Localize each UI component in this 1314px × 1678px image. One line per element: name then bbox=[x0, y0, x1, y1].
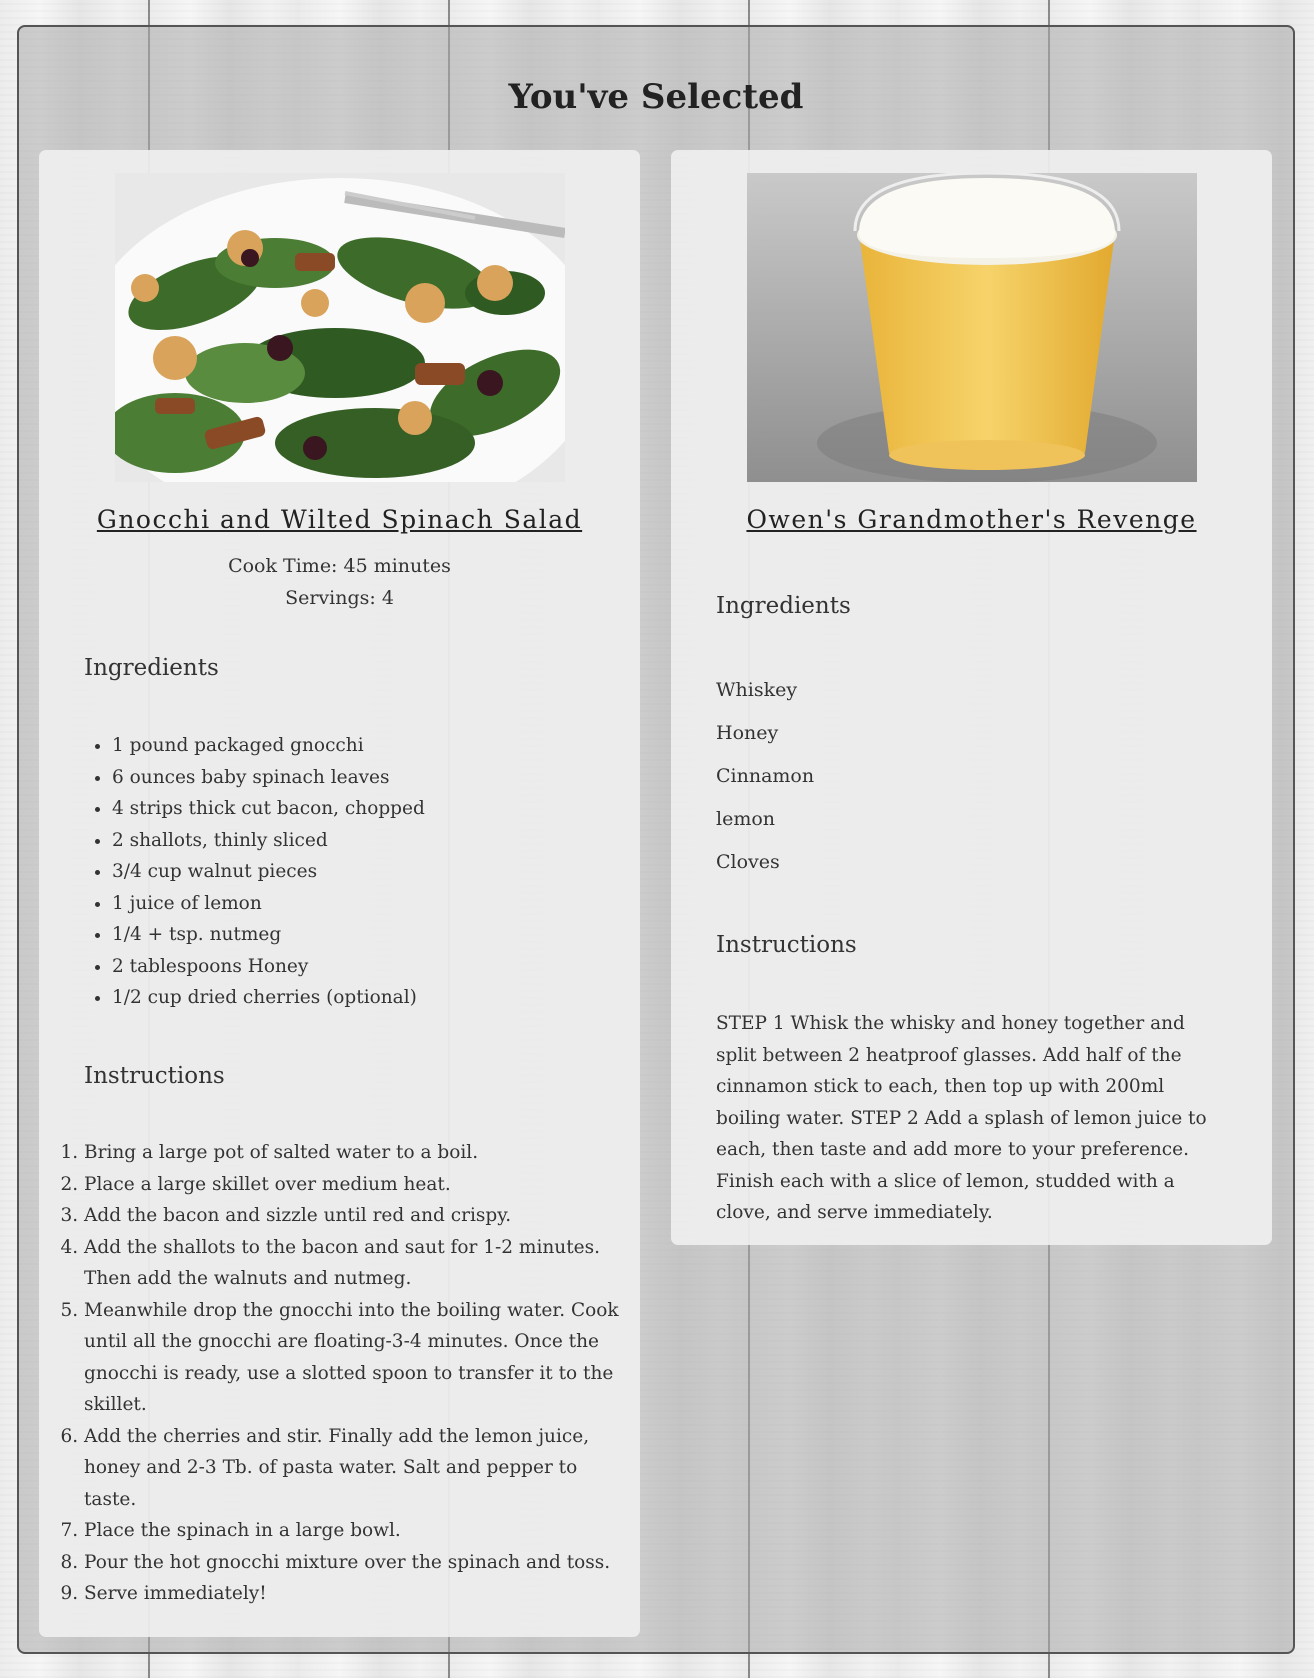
list-item: 1/4 + tsp. nutmeg bbox=[112, 919, 632, 951]
ingredients-list: 1 pound packaged gnocchi 6 ounces baby s… bbox=[84, 730, 632, 1014]
recipe-card-food: Gnocchi and Wilted Spinach Salad Cook Ti… bbox=[39, 150, 640, 1637]
list-item: lemon bbox=[716, 808, 776, 830]
list-item: Place a large skillet over medium heat. bbox=[84, 1169, 624, 1201]
list-item: Meanwhile drop the gnocchi into the boil… bbox=[84, 1295, 624, 1421]
list-item: 1 pound packaged gnocchi bbox=[112, 730, 632, 762]
list-item: 2 shallots, thinly sliced bbox=[112, 825, 632, 857]
list-item: Honey bbox=[716, 722, 779, 744]
list-item: 2 tablespoons Honey bbox=[112, 951, 632, 983]
list-item: Add the shallots to the bacon and saut f… bbox=[84, 1232, 624, 1295]
list-item: 1 juice of lemon bbox=[112, 888, 632, 920]
ingredients-list: Whiskey Honey Cinnamon lemon Cloves bbox=[716, 679, 814, 894]
salad-image bbox=[115, 173, 565, 482]
selection-panel: You've Selected Gnocchi and Wilted Spina… bbox=[17, 25, 1295, 1654]
list-item: Pour the hot gnocchi mixture over the sp… bbox=[84, 1547, 624, 1579]
list-item: 3/4 cup walnut pieces bbox=[112, 856, 632, 888]
recipe-photo-salad bbox=[115, 173, 565, 482]
list-item: 4 strips thick cut bacon, chopped bbox=[112, 793, 632, 825]
list-item: Cinnamon bbox=[716, 765, 815, 787]
instructions-heading: Instructions bbox=[84, 1063, 225, 1089]
ingredients-heading: Ingredients bbox=[716, 593, 851, 619]
list-item: 1/2 cup dried cherries (optional) bbox=[112, 982, 632, 1014]
servings: Servings: 4 bbox=[285, 587, 394, 609]
list-item: Place the spinach in a large bowl. bbox=[84, 1515, 624, 1547]
list-item: Add the bacon and sizzle until red and c… bbox=[84, 1200, 624, 1232]
list-item: Add the cherries and stir. Finally add t… bbox=[84, 1421, 624, 1516]
list-item: Whiskey bbox=[716, 679, 798, 701]
drink-image bbox=[747, 173, 1197, 482]
instructions-list: Bring a large pot of salted water to a b… bbox=[44, 1137, 624, 1610]
recipe-title-link[interactable]: Gnocchi and Wilted Spinach Salad bbox=[39, 505, 640, 534]
list-item: Bring a large pot of salted water to a b… bbox=[84, 1137, 624, 1169]
page-title: You've Selected bbox=[508, 77, 804, 117]
list-item: Serve immediately! bbox=[84, 1578, 624, 1610]
recipe-title-link[interactable]: Owen's Grandmother's Revenge bbox=[671, 505, 1272, 534]
recipe-photo-drink bbox=[747, 173, 1197, 482]
instructions-heading: Instructions bbox=[716, 932, 857, 958]
list-item: Cloves bbox=[716, 851, 780, 873]
cook-time: Cook Time: 45 minutes bbox=[228, 555, 451, 577]
ingredients-heading: Ingredients bbox=[84, 655, 219, 681]
recipe-card-drink: Owen's Grandmother's Revenge Ingredients… bbox=[671, 150, 1272, 1245]
list-item: 6 ounces baby spinach leaves bbox=[112, 762, 632, 794]
instructions-text: STEP 1 Whisk the whisky and honey togeth… bbox=[716, 1013, 1207, 1223]
